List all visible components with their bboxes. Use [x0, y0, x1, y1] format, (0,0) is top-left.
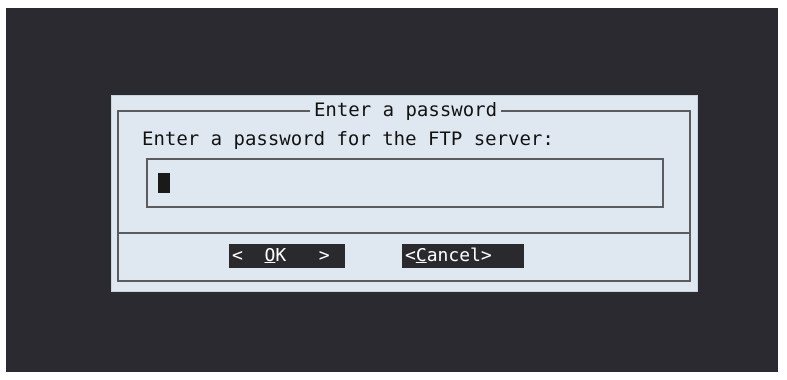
cancel-accelerator: C	[415, 245, 427, 266]
ok-accelerator: O	[264, 245, 276, 266]
ok-button[interactable]: < OK >	[229, 244, 345, 268]
ok-right-bracket: >	[318, 245, 330, 266]
dialog-title: Enter a password	[309, 99, 502, 121]
password-dialog: Enter a password Enter a password for th…	[111, 95, 698, 292]
cancel-right-bracket: >	[480, 245, 492, 266]
dialog-title-bar: Enter a password	[112, 99, 699, 121]
cancel-label-rest: ancel	[426, 245, 481, 266]
text-cursor	[158, 173, 170, 193]
password-input[interactable]	[146, 158, 664, 208]
prompt-text: Enter a password for the FTP server:	[142, 128, 554, 150]
dialog-divider	[117, 232, 691, 234]
cancel-button[interactable]: <Cancel>	[402, 244, 524, 268]
ok-left-bracket: <	[232, 245, 243, 266]
terminal-screen: Enter a password Enter a password for th…	[6, 8, 778, 372]
cancel-left-bracket: <	[405, 245, 416, 266]
ok-label-rest: K	[275, 245, 287, 266]
